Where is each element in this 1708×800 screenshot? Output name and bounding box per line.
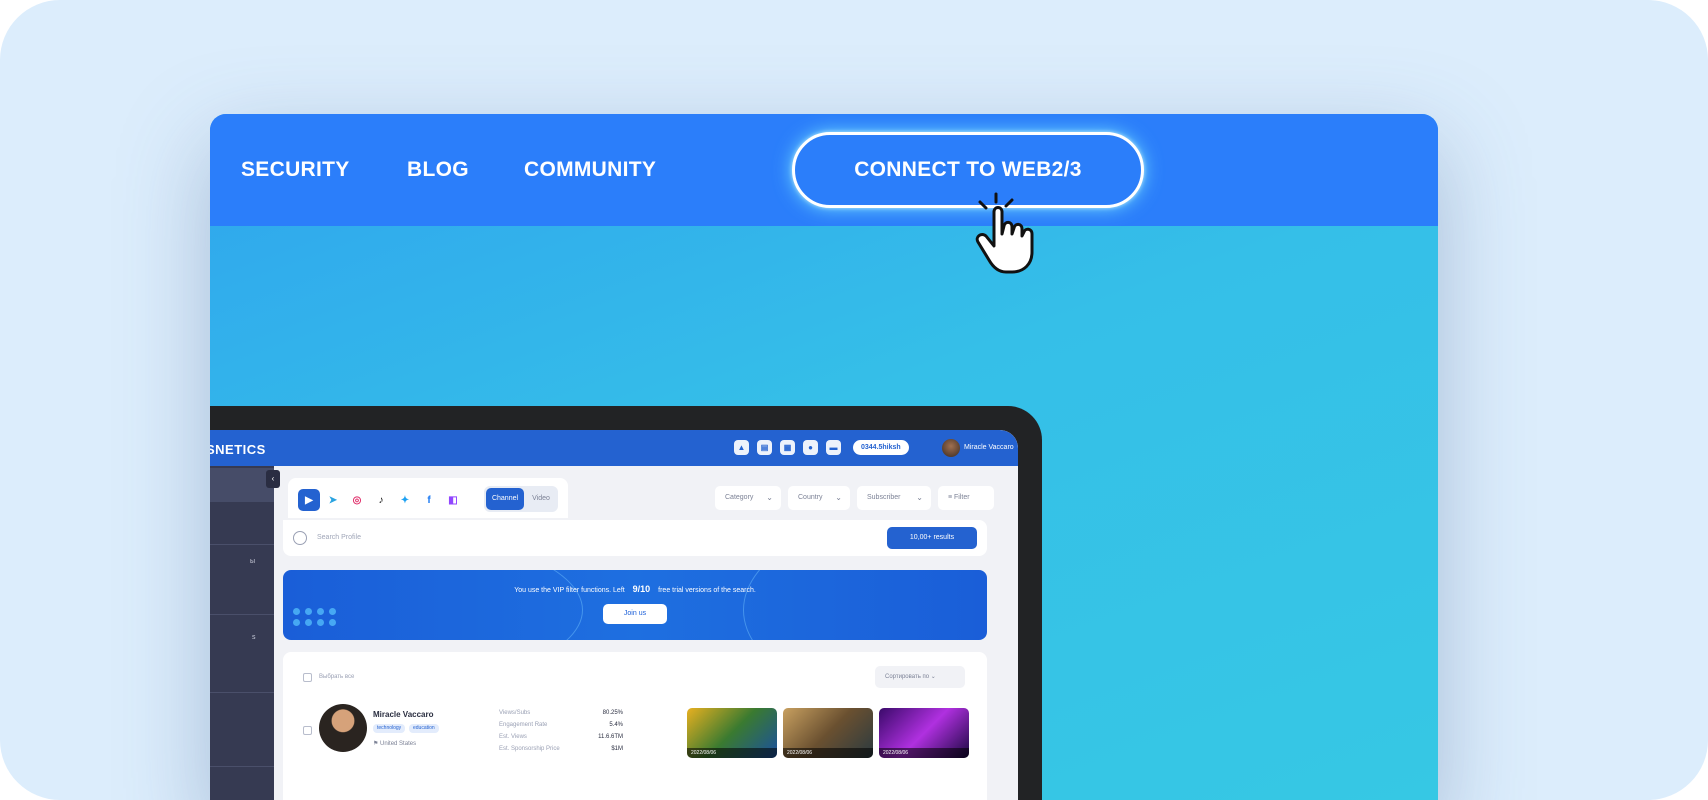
chevron-down-icon: ⌄ [916, 493, 923, 502]
filter-button[interactable]: ≡ Filter [938, 486, 994, 510]
youtube-icon[interactable]: ▶ [298, 489, 320, 511]
country-value: United States [380, 741, 417, 747]
app-sidebar: ы s [210, 466, 274, 800]
telegram-icon[interactable]: ➤ [322, 489, 344, 511]
banner-decoration [283, 570, 583, 640]
app-header: SNETICS ▲ ▤ ▦ ● ▬ 0344.5hiksh Miracle Va… [210, 430, 1018, 466]
banner-dots [293, 608, 337, 626]
thumbnail-date: 2022/08/06 [687, 748, 777, 758]
country-dropdown[interactable]: Country ⌄ [788, 486, 850, 510]
channel-name[interactable]: Miracle Vaccaro [373, 710, 433, 719]
stat-value: $1M [611, 746, 623, 752]
top-navigation: SECURITY BLOG COMMUNITY CONNECT TO WEB2/… [210, 114, 1438, 226]
category-label: Category [725, 494, 754, 501]
select-all-checkbox[interactable] [303, 673, 312, 682]
stat-label: Views/Subs [499, 710, 531, 716]
sidebar-item-active[interactable] [210, 468, 274, 502]
hand-pointer-icon [975, 192, 1034, 274]
category-dropdown[interactable]: Category ⌄ [715, 486, 781, 510]
video-thumbnail[interactable]: 2022/08/06 [687, 708, 777, 758]
vip-text-after: free trial versions of the search. [658, 587, 756, 594]
sort-dropdown[interactable]: Сортировать по ⌄ [875, 666, 965, 688]
thumbnail-date: 2022/08/06 [879, 748, 969, 758]
video-thumbnail[interactable]: 2022/08/06 [879, 708, 969, 758]
results-button[interactable]: 10,00+ results [887, 527, 977, 549]
sidebar-divider [210, 544, 274, 545]
sidebar-item-label[interactable]: ы [250, 558, 255, 565]
thumbnail-date: 2022/08/06 [783, 748, 873, 758]
stat-value: 5.4% [609, 722, 623, 728]
subscriber-dropdown[interactable]: Subscriber ⌄ [857, 486, 931, 510]
join-button[interactable]: Join us [603, 604, 667, 624]
user-name[interactable]: Miracle Vaccaro [964, 444, 1014, 451]
search-input[interactable]: Search Profile [317, 534, 361, 541]
header-icons: ▲ ▤ ▦ ● ▬ [734, 440, 841, 455]
browser-window: SECURITY BLOG COMMUNITY CONNECT TO WEB2/… [210, 114, 1438, 800]
wallet-icon[interactable]: ▤ [757, 440, 772, 455]
vip-text-before: You use the VIP filter functions. Left [514, 587, 625, 594]
subscriber-label: Subscriber [867, 494, 901, 501]
nav-link-security[interactable]: SECURITY [241, 158, 350, 182]
facebook-icon[interactable]: f [418, 489, 440, 511]
search-bar: Search Profile 10,00+ results [283, 520, 987, 556]
search-icon [293, 531, 307, 545]
tag-badge: technology [373, 724, 406, 733]
nav-link-community[interactable]: COMMUNITY [524, 158, 656, 182]
tab-video[interactable]: Video [526, 488, 556, 510]
filter-label: Filter [954, 494, 970, 501]
video-thumbnail[interactable]: 2022/08/06 [783, 708, 873, 758]
sidebar-divider [210, 766, 274, 767]
row-checkbox[interactable] [303, 726, 312, 735]
avatar[interactable] [319, 704, 367, 752]
stat-value: 11.6.6TM [598, 734, 623, 740]
chevron-down-icon: ⌄ [766, 493, 773, 502]
nav-link-blog[interactable]: BLOG [407, 158, 469, 182]
stat-label: Est. Sponsorship Price [499, 746, 560, 752]
chevron-down-icon: ⌄ [835, 493, 842, 502]
balance-pill[interactable]: 0344.5hiksh [853, 440, 909, 455]
tab-channel[interactable]: Channel [486, 488, 524, 510]
vip-banner: You use the VIP filter functions. Left 9… [283, 570, 987, 640]
laptop-screen: SNETICS ▲ ▤ ▦ ● ▬ 0344.5hiksh Miracle Va… [210, 430, 1018, 800]
sort-label: Сортировать по [885, 674, 930, 680]
vip-message: You use the VIP filter functions. Left 9… [283, 584, 987, 594]
tiktok-icon[interactable]: ♪ [370, 489, 392, 511]
chat-icon[interactable]: ● [803, 440, 818, 455]
tag-badge: education [409, 724, 439, 733]
select-all-label: Выбрать все [319, 674, 355, 680]
card-icon[interactable]: ▬ [826, 440, 841, 455]
sidebar-divider [210, 692, 274, 693]
platform-selector: ▶ ➤ ◎ ♪ ✦ f ◧ Channel Video [288, 478, 568, 518]
stat-value: 80.25% [602, 710, 623, 716]
laptop-mockup: SNETICS ▲ ▤ ▦ ● ▬ 0344.5hiksh Miracle Va… [210, 406, 1042, 800]
sidebar-item-label[interactable]: s [252, 634, 256, 641]
twitter-icon[interactable]: ✦ [394, 489, 416, 511]
app-brand: SNETICS [210, 442, 266, 457]
twitch-icon[interactable]: ◧ [442, 489, 464, 511]
country-label: Country [798, 494, 823, 501]
channel-country: ⚑ United States [373, 741, 417, 747]
results-list: Выбрать все Сортировать по ⌄ Miracle Vac… [283, 652, 987, 800]
avatar[interactable] [942, 439, 960, 457]
vip-count: 9/10 [632, 584, 651, 594]
calendar-icon[interactable]: ▦ [780, 440, 795, 455]
banner-decoration [743, 570, 987, 640]
stat-label: Est. Views [499, 734, 527, 740]
instagram-icon[interactable]: ◎ [346, 489, 368, 511]
sidebar-divider [210, 614, 274, 615]
bell-icon[interactable]: ▲ [734, 440, 749, 455]
sidebar-collapse-button[interactable]: ‹ [266, 470, 280, 488]
stat-label: Engagement Rate [499, 722, 548, 728]
page-background: SECURITY BLOG COMMUNITY CONNECT TO WEB2/… [0, 0, 1708, 800]
channel-video-toggle: Channel Video [484, 486, 558, 512]
